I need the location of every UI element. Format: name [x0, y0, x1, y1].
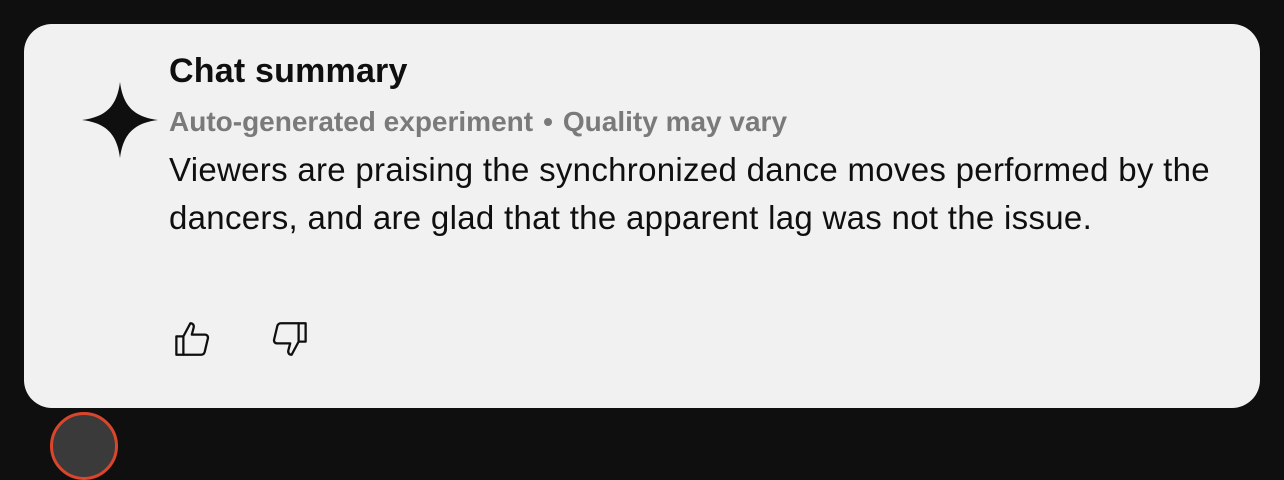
like-button[interactable]: [168, 314, 218, 364]
summary-text: Viewers are praising the synchronized da…: [169, 151, 1210, 236]
chat-summary-card: Chat summary Auto-generated experiment • Q…: [24, 24, 1260, 408]
subtitle-experiment: Auto-generated experiment: [169, 106, 534, 137]
subtitle-separator: •: [543, 106, 553, 137]
subtitle-quality: Quality may vary: [562, 106, 788, 137]
sparkle-icon: [82, 82, 158, 158]
thumbs-up-icon: [175, 322, 210, 356]
dislike-button[interactable]: [264, 314, 314, 364]
summary-title: Chat summary: [169, 52, 408, 90]
avatar[interactable]: [50, 412, 118, 480]
summary-subtitle: Auto-generated experiment • Quality may va…: [169, 106, 787, 138]
thumbs-down-icon: [272, 322, 307, 356]
